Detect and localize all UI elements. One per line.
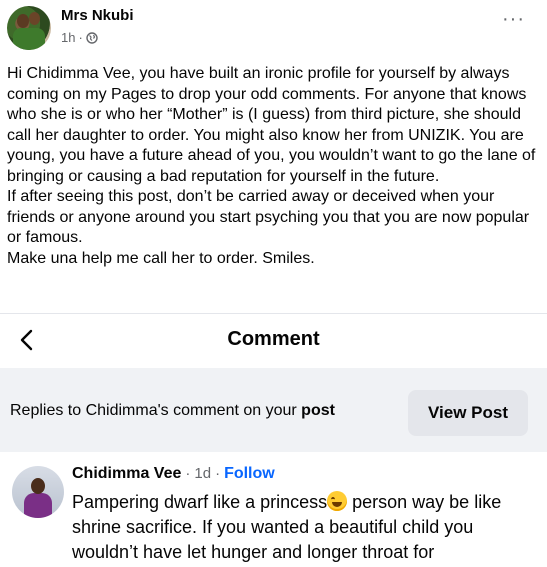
post-time[interactable]: 1h xyxy=(61,30,75,45)
comment-text: Pampering dwarf like a princess person w… xyxy=(72,490,532,565)
comment-time[interactable]: 1d xyxy=(194,465,211,482)
post-body-text: Hi Chidimma Vee, you have built an ironi… xyxy=(7,65,536,267)
comment-header-line: Chidimma Vee · 1d · Follow xyxy=(72,465,275,483)
ellipsis-icon[interactable]: ··· xyxy=(502,9,525,29)
commenter-avatar[interactable] xyxy=(12,466,64,518)
commenter-name[interactable]: Chidimma Vee xyxy=(72,465,181,483)
globe-icon xyxy=(86,31,98,44)
comment-text-part1: Pampering dwarf like a princess xyxy=(72,492,328,512)
replies-bold: post xyxy=(301,402,335,419)
view-post-button[interactable]: View Post xyxy=(408,390,528,436)
post-card: Mrs Nkubi 1h · ··· Hi Chidimma Vee, you … xyxy=(0,0,547,313)
comment-header-title: Comment xyxy=(227,328,320,350)
separator: · xyxy=(215,465,221,482)
replies-context-text: Replies to Chidimma's comment on your po… xyxy=(10,402,335,420)
laughing-emoji-icon xyxy=(327,491,348,511)
post-meta: 1h · xyxy=(61,30,98,45)
separator: · xyxy=(185,465,191,482)
meta-separator: · xyxy=(78,30,83,45)
post-author-name[interactable]: Mrs Nkubi xyxy=(61,7,134,24)
comment-header: Comment xyxy=(0,314,547,368)
replies-context-bar: Replies to Chidimma's comment on your po… xyxy=(0,368,547,452)
comment-item: Chidimma Vee · 1d · Follow Pampering dwa… xyxy=(0,452,547,567)
follow-button[interactable]: Follow xyxy=(224,465,275,483)
author-avatar[interactable] xyxy=(7,6,51,50)
replies-prefix: Replies to Chidimma's comment on your xyxy=(10,402,302,419)
